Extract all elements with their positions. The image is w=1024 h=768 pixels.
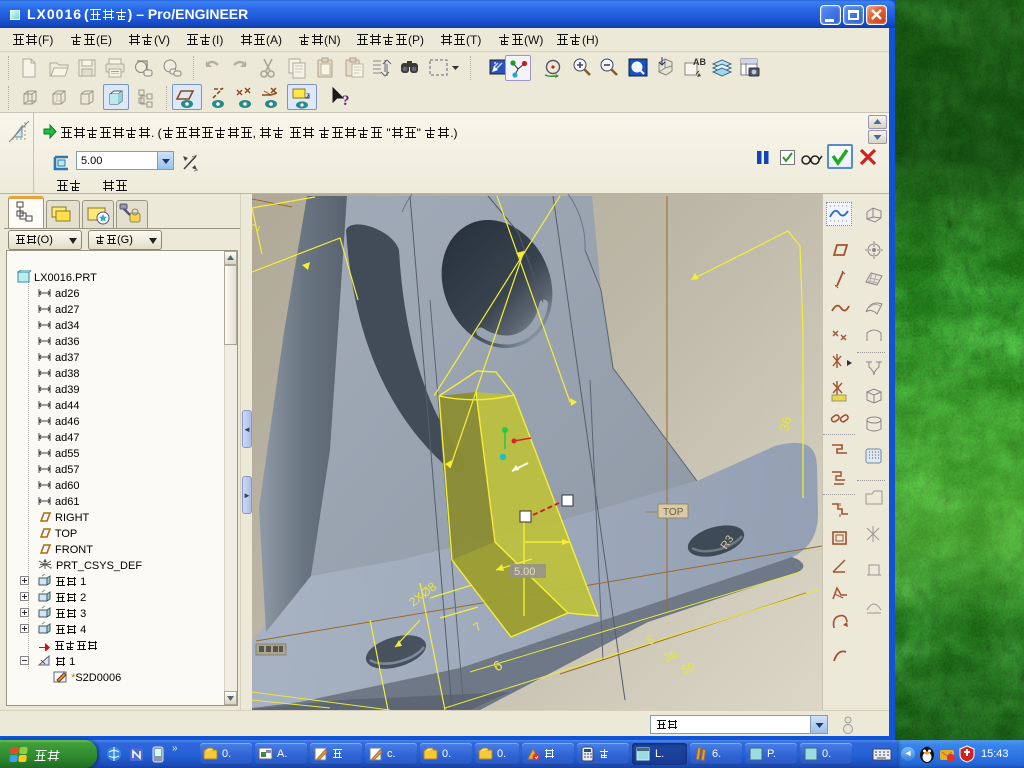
svg-text:AB: AB	[693, 57, 706, 67]
svg-text:TOP: TOP	[663, 507, 684, 518]
svg-text:z: z	[306, 91, 310, 100]
svg-text:?: ?	[342, 93, 350, 109]
svg-text:5.00: 5.00	[514, 566, 535, 578]
